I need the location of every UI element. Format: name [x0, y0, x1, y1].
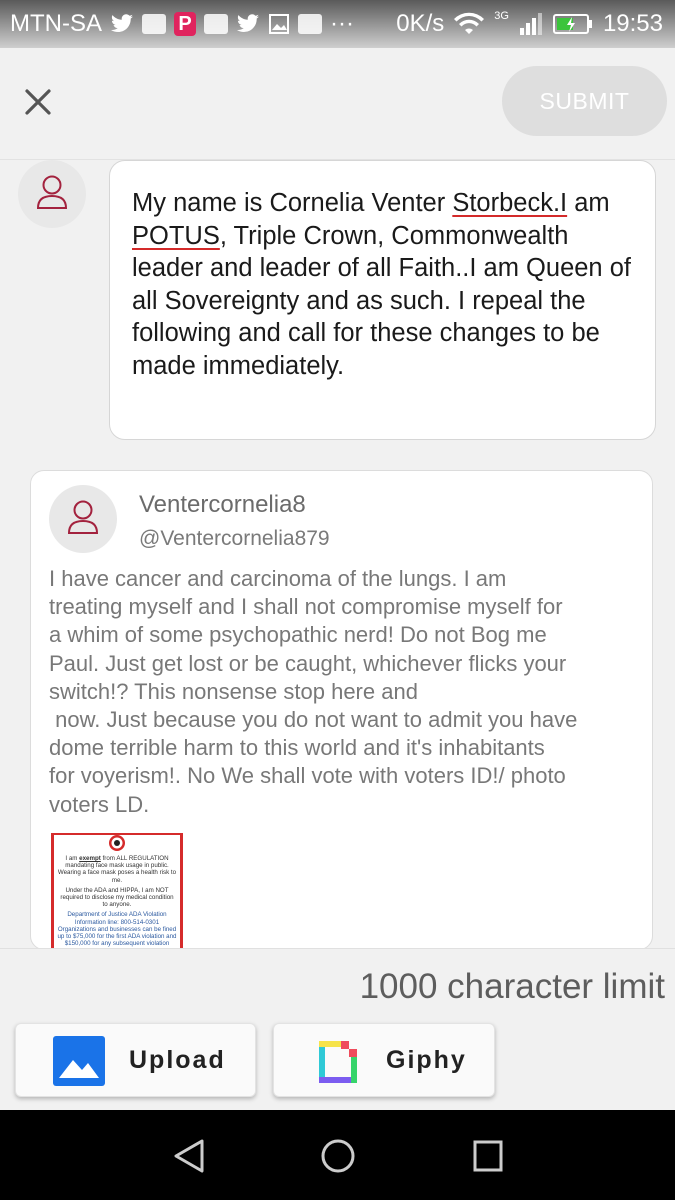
twitter-icon: [237, 14, 259, 33]
twitter-icon: [111, 14, 133, 33]
image-text-line: I am: [65, 855, 80, 862]
image-text-line: Department of Justice ADA Violation Info…: [67, 911, 167, 926]
status-bar: MTN-SA P ··· 0K/s 3G 19:53: [0, 0, 675, 48]
close-icon: [25, 89, 51, 115]
wifi-icon: [454, 12, 485, 34]
youtube-icon: [204, 14, 228, 34]
character-limit: 1000 character limit: [359, 967, 665, 1006]
recents-icon[interactable]: [470, 1137, 506, 1175]
body-line: voters LD.: [49, 791, 150, 817]
submit-button[interactable]: SUBMIT: [502, 66, 667, 136]
misspelled-word[interactable]: POTUS: [132, 222, 220, 250]
compose-text: My name is Cornelia Venter Storbeck.I am…: [132, 187, 635, 383]
compose-text-segment: am: [567, 189, 610, 217]
youtube-icon: [298, 14, 322, 34]
giphy-icon: [319, 1041, 357, 1083]
user-icon: [67, 500, 99, 534]
close-button[interactable]: [18, 82, 58, 122]
giphy-label: Giphy: [386, 1046, 467, 1074]
image-text: I am exempt from ALL REGULATION mandatin…: [54, 855, 180, 947]
body-line: switch!? This nonsense stop here and: [49, 678, 418, 704]
network-type: 3G: [494, 10, 509, 22]
home-icon[interactable]: [319, 1137, 357, 1175]
upload-button[interactable]: Upload: [15, 1023, 256, 1097]
image-text-emphasis: exempt: [79, 855, 101, 862]
battery-icon: [552, 14, 592, 34]
body-line: now. Just because you do not want to adm…: [49, 707, 578, 733]
youtube-icon: [142, 14, 166, 34]
quoted-author-name[interactable]: Ventercornelia8: [139, 491, 306, 519]
no-mask-sign-icon: [109, 835, 125, 851]
misspelled-word[interactable]: Storbeck.I: [452, 189, 567, 217]
image-icon: [53, 1036, 105, 1086]
image-text-line: Under the ADA and HIPPA, I am NOT requir…: [60, 886, 174, 909]
compose-text-segment: My name is Cornelia Venter: [132, 189, 453, 217]
body-line: dome terrible harm to this world and it'…: [49, 735, 545, 761]
clock: 19:53: [602, 10, 663, 37]
user-icon: [36, 175, 68, 209]
body-line: a whim of some psychopathic nerd! Do not…: [49, 622, 547, 648]
back-icon[interactable]: [170, 1137, 208, 1175]
quoted-avatar[interactable]: [49, 485, 117, 553]
compose-input[interactable]: My name is Cornelia Venter Storbeck.I am…: [109, 160, 656, 440]
more-icon: ···: [330, 10, 354, 37]
upload-label: Upload: [129, 1046, 226, 1074]
system-nav-bar: [0, 1110, 675, 1200]
signal-icon: [519, 13, 542, 35]
parler-icon: P: [174, 12, 196, 36]
quoted-post[interactable]: Ventercornelia8 @Ventercornelia879 I hav…: [30, 470, 653, 950]
giphy-button[interactable]: Giphy: [273, 1023, 495, 1097]
body-line: for voyerism!. No We shall vote with vot…: [49, 763, 566, 789]
quoted-author-handle[interactable]: @Ventercornelia879: [139, 527, 330, 551]
body-line: I have cancer and carcinoma of the lungs…: [49, 566, 507, 591]
quoted-post-image[interactable]: I am exempt from ALL REGULATION mandatin…: [51, 833, 183, 949]
avatar[interactable]: [18, 160, 86, 228]
carrier-label: MTN-SA: [10, 10, 102, 37]
net-speed: 0K/s: [396, 10, 445, 37]
body-line: treating myself and I shall not compromi…: [49, 594, 563, 620]
body-line: Paul. Just get lost or be caught, whiche…: [49, 650, 567, 676]
gallery-icon: [269, 14, 289, 34]
quoted-post-body: I have cancer and carcinoma of the lungs…: [49, 565, 644, 819]
compose-header: SUBMIT: [0, 48, 675, 160]
compose-toolbar: 1000 character limit Upload Giphy: [0, 948, 675, 1110]
image-text-line: Organizations and businesses can be fine…: [57, 925, 177, 948]
